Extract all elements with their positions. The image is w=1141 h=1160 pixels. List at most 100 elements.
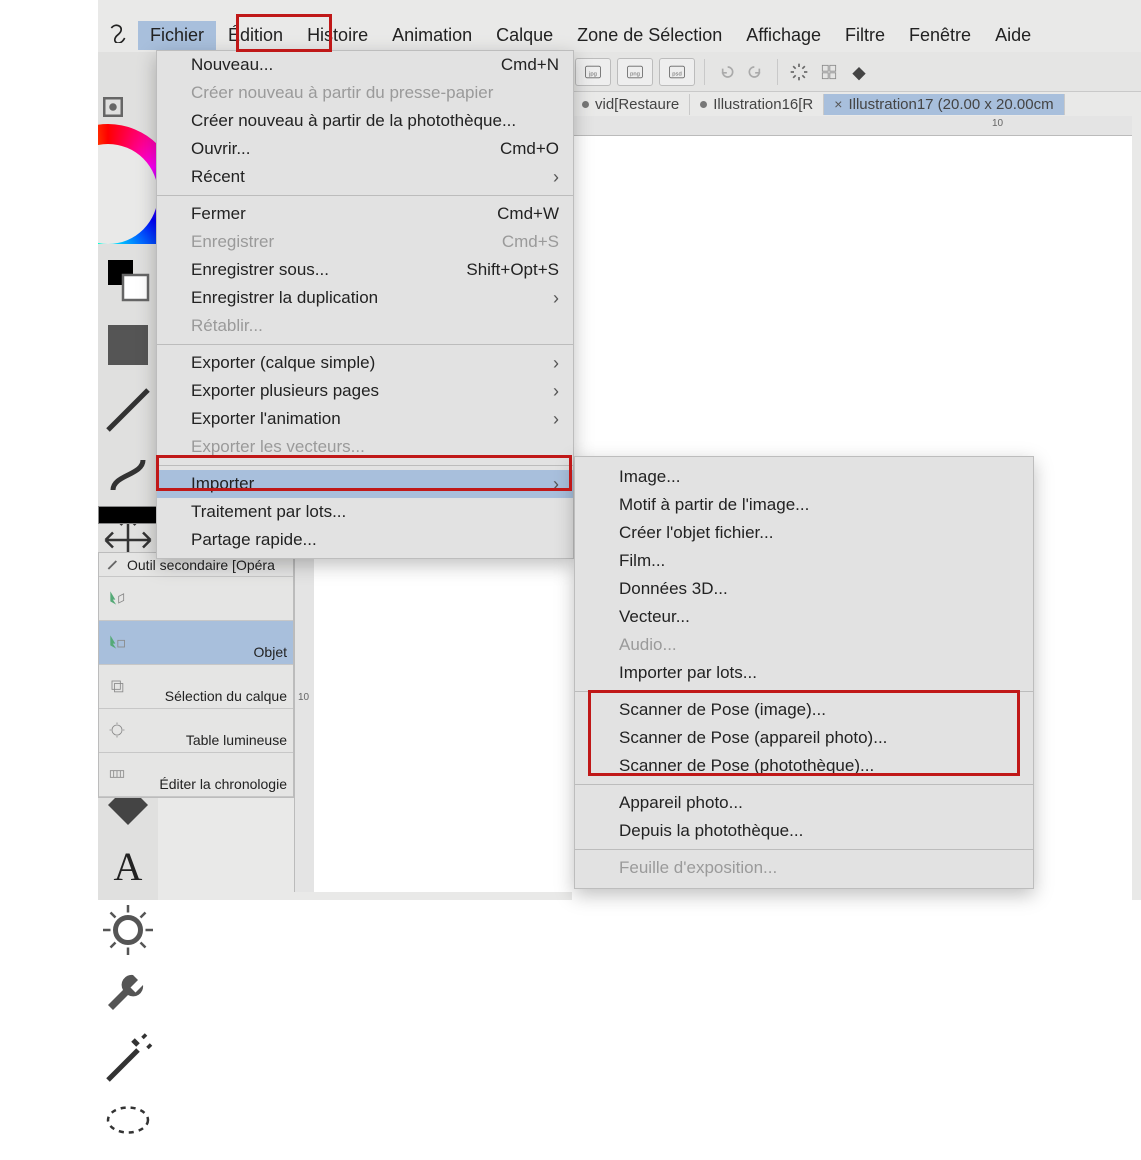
color-wheel[interactable]: [98, 124, 158, 244]
pen-tool-icon[interactable]: [98, 380, 158, 445]
subtool-row-chronologie[interactable]: Éditer la chronologie: [99, 753, 293, 797]
menu-item-label: Importer: [191, 474, 254, 494]
import-menu-item[interactable]: Scanner de Pose (image)...: [575, 696, 1033, 724]
file-menu-item[interactable]: Créer nouveau à partir de la photothèque…: [157, 107, 573, 135]
import-menu-item[interactable]: Film...: [575, 547, 1033, 575]
chevron-right-icon: ›: [553, 409, 559, 430]
menu-edition[interactable]: Édition: [216, 21, 295, 50]
import-menu-item[interactable]: Scanner de Pose (photothèque)...: [575, 752, 1033, 780]
export-psd-button[interactable]: psd: [659, 58, 695, 86]
menu-item-label: Feuille d'exposition...: [619, 858, 777, 878]
menu-filtre[interactable]: Filtre: [833, 21, 897, 50]
file-menu-item[interactable]: FermerCmd+W: [157, 200, 573, 228]
file-menu-item[interactable]: Enregistrer la duplication›: [157, 284, 573, 312]
wrench-tool-icon[interactable]: [98, 965, 158, 1030]
subtool-row-selection-calque[interactable]: Sélection du calque: [99, 665, 293, 709]
document-tab[interactable]: vid[Restaure: [572, 94, 690, 115]
export-png-button[interactable]: png: [617, 58, 653, 86]
subtool-label: Éditer la chronologie: [159, 776, 287, 792]
chevron-right-icon: ›: [553, 353, 559, 374]
menu-affichage[interactable]: Affichage: [734, 21, 833, 50]
ruler-mark: 10: [298, 692, 309, 703]
chevron-right-icon: ›: [553, 167, 559, 188]
file-menu-item: Exporter les vecteurs...: [157, 433, 573, 461]
menu-item-label: Ouvrir...: [191, 139, 251, 159]
chevron-right-icon: ›: [553, 474, 559, 495]
subtool-row-table-lumineuse[interactable]: Table lumineuse: [99, 709, 293, 753]
menu-item-label: Scanner de Pose (photothèque)...: [619, 756, 874, 776]
swatch-icon[interactable]: [98, 250, 158, 315]
ruler-horizontal: 10: [572, 116, 1132, 136]
file-menu-item[interactable]: Traitement par lots...: [157, 498, 573, 526]
gear-tool-icon[interactable]: [98, 900, 158, 965]
fill-icon[interactable]: [844, 58, 874, 86]
subtool-label: Sélection du calque: [165, 688, 287, 704]
subtool-row[interactable]: [99, 577, 293, 621]
redo-button[interactable]: [741, 58, 771, 86]
grid-icon[interactable]: [814, 58, 844, 86]
import-menu-item[interactable]: Scanner de Pose (appareil photo)...: [575, 724, 1033, 752]
import-menu-item: Feuille d'exposition...: [575, 854, 1033, 882]
document-tab[interactable]: Illustration16[R: [690, 94, 824, 115]
file-menu-item[interactable]: Exporter (calque simple)›: [157, 349, 573, 377]
import-menu-item[interactable]: Données 3D...: [575, 575, 1033, 603]
menu-item-label: Exporter les vecteurs...: [191, 437, 365, 457]
lasso-tool-icon[interactable]: [98, 1095, 158, 1160]
file-menu-item[interactable]: Partage rapide...: [157, 526, 573, 554]
file-menu-item[interactable]: Exporter plusieurs pages›: [157, 377, 573, 405]
import-menu-item[interactable]: Importer par lots...: [575, 659, 1033, 687]
import-menu-item[interactable]: Créer l'objet fichier...: [575, 519, 1033, 547]
svg-text:png: png: [630, 71, 640, 77]
chevron-right-icon: ›: [553, 288, 559, 309]
import-menu-item[interactable]: Appareil photo...: [575, 789, 1033, 817]
menu-item-label: Appareil photo...: [619, 793, 743, 813]
menu-fichier[interactable]: Fichier: [138, 21, 216, 50]
menu-item-label: Créer l'objet fichier...: [619, 523, 773, 543]
import-menu-item[interactable]: Vecteur...: [575, 603, 1033, 631]
import-menu-item[interactable]: Image...: [575, 463, 1033, 491]
menu-item-label: Exporter l'animation: [191, 409, 341, 429]
file-menu-item[interactable]: Récent ›: [157, 163, 573, 191]
file-menu-item[interactable]: Nouveau...Cmd+N: [157, 51, 573, 79]
menu-item-label: Audio...: [619, 635, 677, 655]
subtool-row-objet[interactable]: Objet: [99, 621, 293, 665]
menu-fenetre[interactable]: Fenêtre: [897, 21, 983, 50]
close-tab-icon[interactable]: ×: [834, 96, 842, 112]
wand-tool-icon[interactable]: [98, 1030, 158, 1095]
cursor-cube-icon: [105, 580, 129, 616]
text-tool-icon[interactable]: A: [98, 835, 158, 900]
file-menu-item[interactable]: Importer ›: [157, 470, 573, 498]
tab-label: Illustration17 (20.00 x 20.00cm: [848, 96, 1053, 113]
panel-toggle-icon[interactable]: [98, 92, 128, 122]
menu-item-label: Enregistrer sous...: [191, 260, 329, 280]
menu-histoire[interactable]: Histoire: [295, 21, 380, 50]
timeline-icon: [105, 756, 129, 792]
menu-shortcut: Cmd+O: [500, 139, 559, 159]
subtool-panel: Outil secondaire [Opéra Objet Sélection …: [98, 552, 294, 798]
canvas-secondary[interactable]: [314, 552, 572, 892]
menu-calque[interactable]: Calque: [484, 21, 565, 50]
swatch-bw-icon[interactable]: [98, 315, 158, 380]
menu-zone-selection[interactable]: Zone de Sélection: [565, 21, 734, 50]
menu-aide[interactable]: Aide: [983, 21, 1043, 50]
svg-text:psd: psd: [672, 71, 681, 77]
tab-label: Illustration16[R: [713, 96, 813, 113]
menu-shortcut: Cmd+W: [497, 204, 559, 224]
import-menu-item[interactable]: Depuis la photothèque...: [575, 817, 1033, 845]
menu-item-label: Récent: [191, 167, 245, 187]
menu-animation[interactable]: Animation: [380, 21, 484, 50]
file-menu-item[interactable]: Ouvrir... Cmd+O: [157, 135, 573, 163]
modified-dot-icon: [582, 101, 589, 108]
subtool-label: Table lumineuse: [186, 732, 287, 748]
import-menu-item[interactable]: Motif à partir de l'image...: [575, 491, 1033, 519]
document-tab[interactable]: × Illustration17 (20.00 x 20.00cm: [824, 94, 1064, 115]
menu-item-label: Enregistrer: [191, 232, 274, 252]
export-jpg-button[interactable]: jpg: [575, 58, 611, 86]
undo-button[interactable]: [711, 58, 741, 86]
file-menu-item[interactable]: Exporter l'animation ›: [157, 405, 573, 433]
app-window: Fichier Édition Histoire Animation Calqu…: [98, 0, 1141, 900]
brush-tool-icon[interactable]: [98, 445, 158, 510]
menu-item-label: Rétablir...: [191, 316, 263, 336]
file-menu-item[interactable]: Enregistrer sous...Shift+Opt+S: [157, 256, 573, 284]
file-menu-item: EnregistrerCmd+S: [157, 228, 573, 256]
